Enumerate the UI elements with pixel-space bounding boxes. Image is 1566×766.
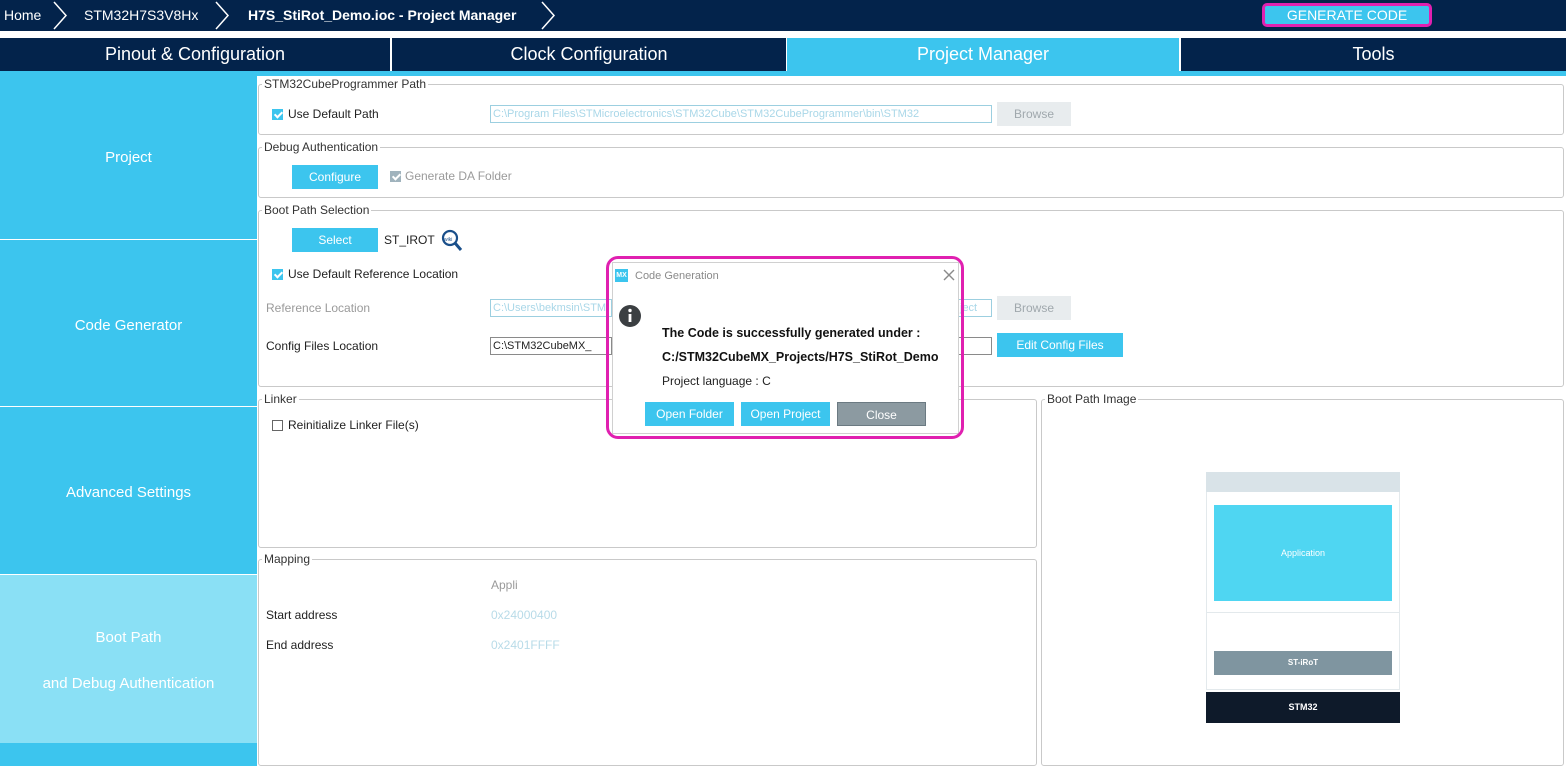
- config-files-location-field[interactable]: C:\STM32CubeMX_: [490, 337, 612, 355]
- divider: [1206, 612, 1400, 613]
- boot-path-value: ST_IROT: [384, 233, 435, 247]
- use-default-path-checkbox[interactable]: [272, 109, 283, 120]
- configure-button[interactable]: Configure: [292, 165, 378, 189]
- tab-tools[interactable]: Tools: [1181, 38, 1566, 71]
- sidebar-filler: [0, 743, 257, 766]
- group-title: Boot Path Image: [1045, 392, 1139, 406]
- dialog-highlight-outline: [606, 256, 964, 439]
- sidebar-item-label: Boot Path: [95, 629, 162, 646]
- sidebar-item-label: Project: [105, 149, 152, 166]
- breadcrumb-chevron-icon: [541, 1, 556, 30]
- application-block: Application: [1214, 505, 1392, 601]
- sidebar-item-label: and Debug Authentication: [42, 675, 215, 692]
- group-title: Linker: [262, 392, 299, 406]
- sidebar-item-boot-path[interactable]: Boot Path and Debug Authentication: [0, 575, 257, 743]
- breadcrumb-device[interactable]: STM32H7S3V8Hx: [84, 0, 198, 31]
- reference-location-field[interactable]: C:\Users\bekmsin\STM: [490, 299, 612, 317]
- generate-da-folder-checkbox[interactable]: [390, 171, 401, 182]
- programmer-path-field[interactable]: C:\Program Files\STMicroelectronics\STM3…: [490, 105, 992, 123]
- st-irot-block: ST-iRoT: [1214, 651, 1392, 675]
- sidebar-item-label: Code Generator: [74, 317, 183, 334]
- browse-button[interactable]: Browse: [997, 102, 1071, 126]
- reinitialize-linker-label: Reinitialize Linker File(s): [288, 418, 419, 432]
- magnifier-wiki-icon[interactable]: wiki: [440, 229, 464, 253]
- tab-clock-configuration[interactable]: Clock Configuration: [391, 38, 786, 71]
- breadcrumb-chevron-icon: [215, 1, 230, 30]
- breadcrumb-chevron-icon: [53, 1, 68, 30]
- breadcrumb-project[interactable]: H7S_StiRot_Demo.ioc - Project Manager: [248, 0, 516, 31]
- sidebar-item-code-generator[interactable]: Code Generator: [0, 240, 257, 406]
- use-default-path-label: Use Default Path: [288, 107, 379, 121]
- end-address-value: 0x2401FFFF: [491, 638, 560, 652]
- sidebar-item-project[interactable]: Project: [0, 76, 257, 239]
- breadcrumb-home[interactable]: Home: [4, 0, 41, 31]
- browse-button[interactable]: Browse: [997, 296, 1071, 320]
- group-title: Boot Path Selection: [262, 203, 372, 217]
- divider: [0, 31, 1566, 38]
- sidebar-item-advanced-settings[interactable]: Advanced Settings: [0, 407, 257, 574]
- tab-project-manager[interactable]: Project Manager: [787, 38, 1179, 71]
- reinitialize-linker-checkbox[interactable]: [272, 420, 283, 431]
- boot-image-header: [1206, 472, 1400, 492]
- sidebar-item-label: Advanced Settings: [65, 484, 192, 501]
- reference-location-label: Reference Location: [266, 301, 371, 315]
- svg-text:wiki: wiki: [444, 237, 452, 243]
- start-address-label: Start address: [266, 608, 338, 622]
- group-title: Mapping: [262, 552, 313, 566]
- mapping-group: [258, 559, 1037, 766]
- edit-config-files-button[interactable]: Edit Config Files: [997, 333, 1123, 357]
- start-address-value: 0x24000400: [491, 608, 558, 622]
- config-files-location-label: Config Files Location: [266, 339, 379, 353]
- use-default-reference-label: Use Default Reference Location: [288, 267, 459, 281]
- end-address-label: End address: [266, 638, 334, 652]
- mapping-column-header: Appli: [491, 578, 518, 592]
- select-button[interactable]: Select: [292, 228, 378, 252]
- group-title: Debug Authentication: [262, 140, 381, 154]
- use-default-reference-checkbox[interactable]: [272, 269, 283, 280]
- stm32-block: STM32: [1206, 692, 1400, 723]
- generate-code-button[interactable]: GENERATE CODE: [1262, 3, 1432, 27]
- group-title: STM32CubeProgrammer Path: [262, 77, 429, 91]
- generate-da-folder-label: Generate DA Folder: [405, 169, 512, 183]
- tab-pinout-configuration[interactable]: Pinout & Configuration: [0, 38, 390, 71]
